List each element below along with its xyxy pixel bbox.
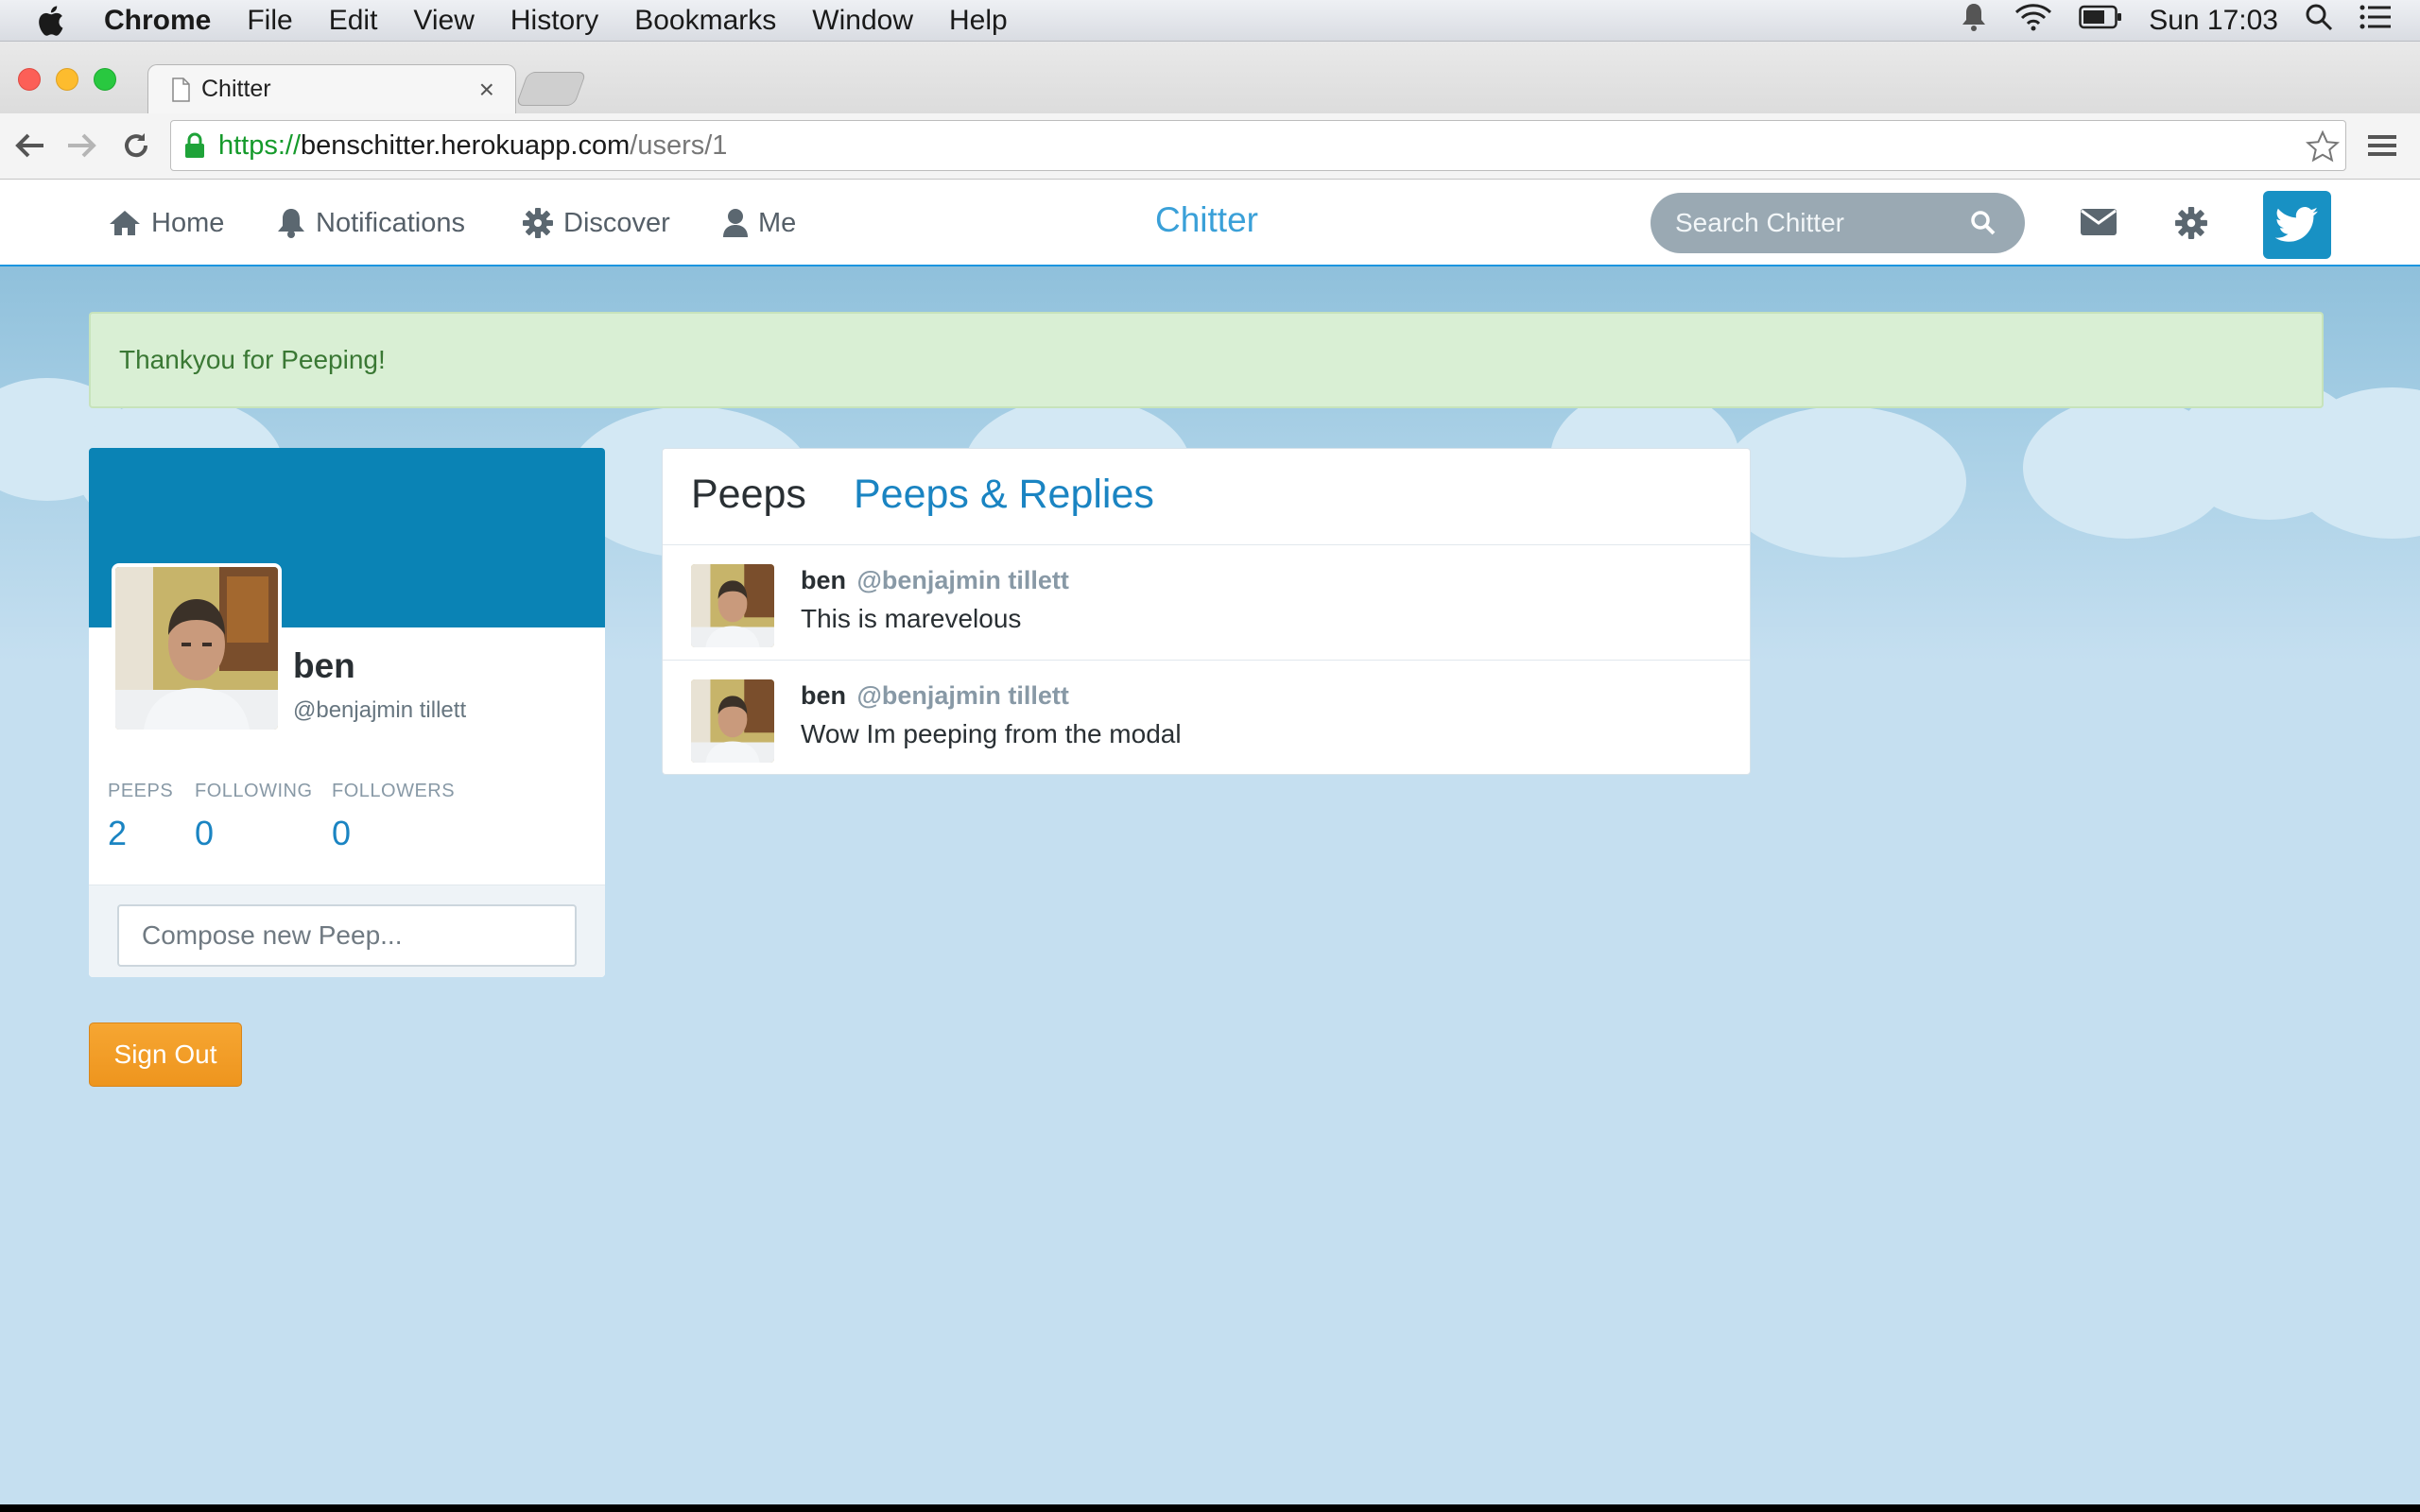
user-icon	[722, 208, 749, 238]
list-item[interactable]: ben @benjajmin tillett This is marevelou…	[663, 545, 1750, 661]
nav-notifications-label: Notifications	[316, 207, 465, 238]
notification-bell-icon[interactable]	[1960, 2, 1988, 40]
tab-title: Chitter	[201, 76, 271, 102]
list-item[interactable]: ben @benjajmin tillett Wow Im peeping fr…	[663, 661, 1750, 774]
sign-out-button[interactable]: Sign Out	[89, 1022, 242, 1087]
search-icon[interactable]	[1970, 210, 1996, 243]
peep-avatar[interactable]	[691, 679, 774, 763]
menu-view[interactable]: View	[413, 5, 474, 37]
stat-following[interactable]: FOLLOWING 0	[195, 781, 313, 853]
menu-edit[interactable]: Edit	[329, 5, 378, 37]
stat-peeps-label: PEEPS	[108, 781, 174, 801]
peep-avatar[interactable]	[691, 564, 774, 647]
wifi-icon[interactable]	[2014, 3, 2052, 39]
nav-notifications[interactable]: Notifications	[276, 204, 465, 242]
window-close-button[interactable]	[18, 68, 41, 91]
bell-icon	[276, 207, 306, 239]
peep-text: Wow Im peeping from the modal	[801, 719, 1182, 748]
stat-peeps[interactable]: PEEPS 2	[108, 781, 173, 853]
bird-icon	[2275, 207, 2319, 243]
page-content: Home Notifications Discover Me Chitter S…	[0, 180, 2420, 1504]
menu-app-name[interactable]: Chrome	[104, 5, 211, 37]
peep-feed: Peeps Peeps & Replies ben @benjajmin til…	[662, 448, 1751, 775]
browser-tab[interactable]: Chitter ×	[147, 64, 516, 113]
peep-meta: ben @benjajmin tillett	[801, 566, 1069, 595]
profile-avatar[interactable]	[112, 563, 282, 733]
site-navbar: Home Notifications Discover Me Chitter S…	[0, 180, 2420, 266]
clock-text[interactable]: Sun 17:03	[2149, 5, 2278, 37]
tab-peeps-replies[interactable]: Peeps & Replies	[854, 472, 1154, 518]
profile-name: ben	[293, 646, 355, 685]
peep-text: This is marevelous	[801, 604, 1022, 633]
stat-following-value: 0	[195, 814, 215, 852]
nav-me-label: Me	[758, 207, 797, 238]
alert-text: Thankyou for Peeping!	[119, 345, 386, 374]
stat-followers-value: 0	[332, 814, 352, 852]
nav-me[interactable]: Me	[722, 204, 796, 242]
peep-handle[interactable]: @benjajmin tillett	[857, 566, 1069, 594]
home-icon	[108, 209, 142, 237]
envelope-icon[interactable]	[2080, 208, 2118, 236]
spotlight-search-icon[interactable]	[2305, 3, 2333, 39]
chrome-menu-icon[interactable]	[2363, 127, 2401, 164]
stat-peeps-value: 2	[108, 814, 128, 852]
battery-icon[interactable]	[2079, 5, 2122, 37]
peep-author[interactable]: ben	[801, 566, 846, 594]
page-icon	[171, 77, 190, 102]
window-minimize-button[interactable]	[56, 68, 78, 91]
peep-handle[interactable]: @benjajmin tillett	[857, 681, 1069, 710]
bookmark-star-icon[interactable]	[2306, 130, 2340, 163]
tab-peeps[interactable]: Peeps	[691, 472, 806, 518]
menu-bookmarks[interactable]: Bookmarks	[634, 5, 776, 37]
search-input[interactable]: Search Chitter	[1651, 193, 2025, 253]
success-alert: Thankyou for Peeping!	[89, 312, 2324, 408]
compose-area	[89, 885, 605, 977]
menu-help[interactable]: Help	[949, 5, 1008, 37]
menu-bar: Chrome File Edit View History Bookmarks …	[0, 0, 2420, 42]
stat-followers[interactable]: FOLLOWERS 0	[332, 781, 455, 853]
compose-peep-input[interactable]	[117, 904, 577, 967]
gear-icon	[522, 207, 554, 239]
apple-icon[interactable]	[36, 5, 74, 37]
window-zoom-button[interactable]	[94, 68, 116, 91]
nav-home-label: Home	[151, 207, 225, 238]
address-bar[interactable]: https://benschitter.herokuapp.com/users/…	[170, 120, 2346, 171]
site-brand[interactable]: Chitter	[1155, 200, 1258, 240]
notification-center-icon[interactable]	[2360, 4, 2392, 38]
peep-author[interactable]: ben	[801, 681, 846, 710]
feed-tabs: Peeps Peeps & Replies	[663, 449, 1750, 545]
forward-arrow-icon[interactable]	[62, 127, 100, 164]
stat-followers-label: FOLLOWERS	[332, 781, 456, 801]
stat-following-label: FOLLOWING	[195, 781, 313, 801]
reload-icon[interactable]	[117, 127, 155, 164]
menu-window[interactable]: Window	[812, 5, 913, 37]
profile-handle: @benjajmin tillett	[293, 697, 467, 723]
url-scheme: https://	[218, 129, 302, 161]
nav-home[interactable]: Home	[108, 204, 224, 242]
profile-card: ben @benjajmin tillett PEEPS 2 FOLLOWING…	[89, 448, 605, 977]
search-placeholder: Search Chitter	[1675, 208, 1844, 237]
back-arrow-icon[interactable]	[11, 127, 49, 164]
tab-close-icon[interactable]: ×	[479, 75, 494, 105]
url-host: benschitter.herokuapp.com	[301, 129, 631, 161]
settings-gear-icon[interactable]	[2174, 206, 2208, 240]
nav-discover[interactable]: Discover	[522, 204, 670, 242]
menu-file[interactable]: File	[247, 5, 292, 37]
secure-lock-icon	[184, 132, 205, 159]
url-path: /users/1	[630, 129, 728, 161]
nav-discover-label: Discover	[563, 207, 670, 238]
peep-meta: ben @benjajmin tillett	[801, 681, 1069, 711]
compose-peep-button[interactable]	[2263, 191, 2331, 259]
menu-history[interactable]: History	[510, 5, 598, 37]
